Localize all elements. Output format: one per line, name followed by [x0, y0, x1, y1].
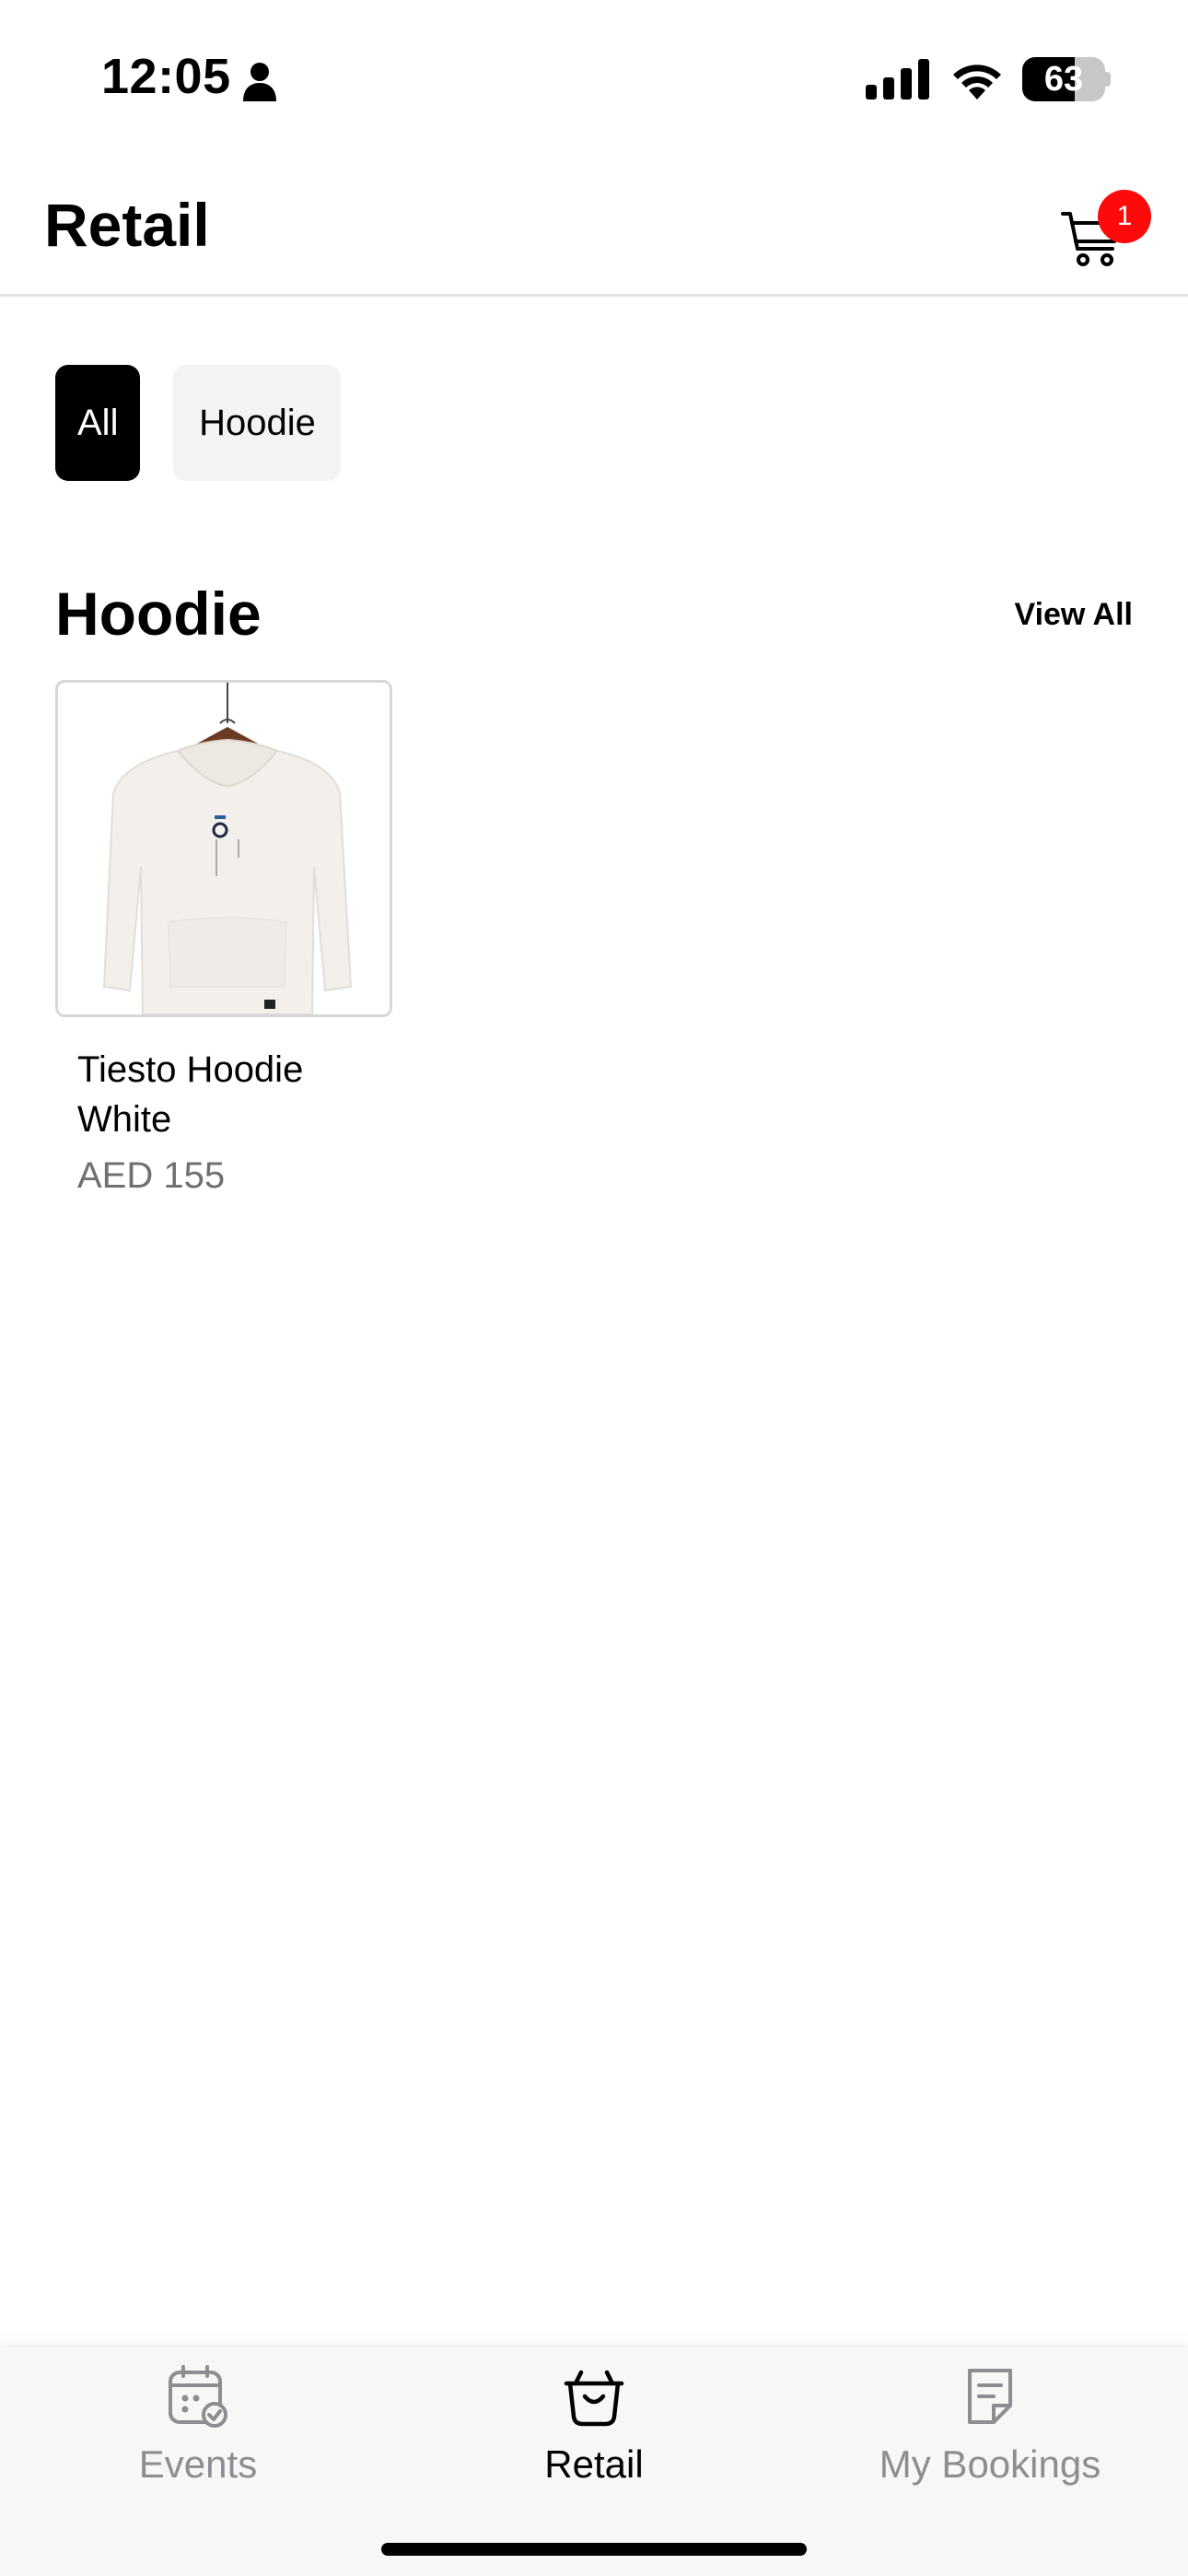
page-title: Retail	[44, 191, 210, 259]
filter-chip-all[interactable]: All	[55, 365, 141, 481]
wifi-icon	[953, 64, 1001, 100]
hoodie-image[interactable]	[55, 680, 392, 1017]
nav-label-my-bookings: My Bookings	[879, 2442, 1101, 2486]
nav-label-events: Events	[138, 2442, 258, 2486]
filter-chip-hoodie[interactable]: Hoodie	[173, 365, 342, 481]
status-bar: 12:05 63	[0, 0, 1188, 157]
battery-icon: 63	[1022, 57, 1111, 101]
cellular-signal-icon	[866, 59, 929, 100]
cart-badge: 1	[1098, 190, 1151, 243]
bottom-nav: Events Retail My Bookings	[0, 2346, 1188, 2576]
nav-item-events[interactable]: Events	[0, 2363, 396, 2501]
calendar-check-icon	[169, 2365, 227, 2428]
document-icon	[968, 2369, 1012, 2424]
shopping-basket-icon	[564, 2370, 624, 2427]
section-title: Hoodie	[55, 580, 262, 648]
cart-button[interactable]: 1	[1054, 190, 1155, 282]
person-icon	[243, 63, 276, 101]
hoodie-illustration	[102, 683, 353, 1014]
home-indicator	[381, 2543, 807, 2556]
battery-level: 63	[1043, 60, 1084, 99]
view-all-link[interactable]: View All	[1015, 597, 1134, 633]
status-time: 12:05	[101, 49, 231, 104]
nav-item-my-bookings[interactable]: My Bookings	[792, 2363, 1188, 2501]
nav-label-retail: Retail	[544, 2442, 644, 2486]
filter-chips: All Hoodie	[55, 365, 342, 481]
product-price: AED 155	[77, 1155, 226, 1196]
product-card[interactable]: Tiesto Hoodie White AED 155	[55, 680, 392, 1197]
app-header: Retail 1	[0, 157, 1188, 297]
nav-item-retail[interactable]: Retail	[396, 2363, 792, 2501]
product-name: Tiesto Hoodie White	[77, 1049, 304, 1140]
